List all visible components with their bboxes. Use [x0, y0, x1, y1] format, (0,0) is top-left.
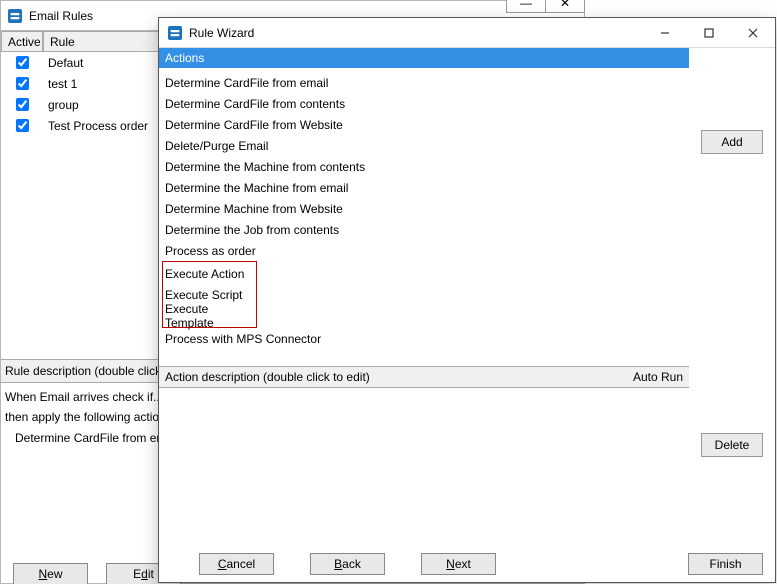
action-item[interactable]: Execute Action	[165, 263, 256, 284]
delete-button[interactable]: Delete	[701, 433, 763, 457]
action-item[interactable]: Determine the Job from contents	[165, 219, 683, 240]
active-checkbox[interactable]	[16, 98, 29, 111]
active-checkbox[interactable]	[16, 56, 29, 69]
highlight-box: Execute ActionExecute ScriptExecute Temp…	[162, 261, 257, 328]
action-description-label: Action description (double click to edit…	[165, 370, 370, 384]
active-cell	[1, 73, 43, 94]
active-checkbox[interactable]	[16, 119, 29, 132]
active-cell	[1, 94, 43, 115]
rule-wizard-window-controls	[643, 18, 775, 47]
maximize-button[interactable]	[687, 18, 731, 48]
action-item[interactable]: Delete/Purge Email	[165, 135, 683, 156]
action-item[interactable]: Determine CardFile from email	[165, 72, 683, 93]
wizard-right-column: Add Delete	[701, 48, 769, 546]
action-description-area[interactable]	[159, 388, 689, 546]
rule-wizard-window: Rule Wizard Actions Determine CardFile f…	[158, 17, 776, 583]
action-item[interactable]: Determine the Machine from email	[165, 177, 683, 198]
rule-wizard-footer: Cancel Back Next Finish	[159, 546, 775, 582]
column-header-active[interactable]: Active	[1, 31, 43, 52]
rule-wizard-body: Actions Determine CardFile from emailDet…	[159, 48, 775, 546]
action-item[interactable]: Determine the Machine from contents	[165, 156, 683, 177]
actions-header: Actions	[159, 48, 689, 68]
action-item[interactable]: Determine CardFile from contents	[165, 93, 683, 114]
minimize-button[interactable]	[643, 18, 687, 48]
app-icon	[7, 8, 23, 24]
back-button[interactable]: Back	[310, 553, 385, 575]
active-cell	[1, 115, 43, 136]
rule-wizard-title: Rule Wizard	[189, 26, 254, 40]
active-checkbox[interactable]	[16, 77, 29, 90]
action-item[interactable]: Determine Machine from Website	[165, 198, 683, 219]
next-button[interactable]: Next	[421, 553, 496, 575]
action-description-header: Action description (double click to edit…	[159, 366, 689, 388]
close-button[interactable]	[731, 18, 775, 48]
email-rules-title: Email Rules	[29, 9, 93, 23]
minimize-button[interactable]: —	[506, 0, 546, 13]
auto-run-label: Auto Run	[633, 370, 683, 384]
add-button[interactable]: Add	[701, 130, 763, 154]
action-item[interactable]: Execute Template	[165, 305, 256, 326]
action-item[interactable]: Process with MPS Connector	[165, 328, 683, 349]
action-item[interactable]: Determine CardFile from Website	[165, 114, 683, 135]
finish-button[interactable]: Finish	[688, 553, 763, 575]
app-icon	[167, 25, 183, 41]
rule-wizard-titlebar[interactable]: Rule Wizard	[159, 18, 775, 48]
close-button[interactable]: ✕	[545, 0, 585, 13]
new-button[interactable]: New	[13, 563, 88, 584]
cancel-button[interactable]: Cancel	[199, 553, 274, 575]
active-cell	[1, 52, 43, 73]
actions-list[interactable]: Determine CardFile from emailDetermine C…	[159, 68, 689, 349]
action-item[interactable]: Process as order	[165, 240, 683, 261]
actions-panel: Actions Determine CardFile from emailDet…	[159, 48, 689, 366]
